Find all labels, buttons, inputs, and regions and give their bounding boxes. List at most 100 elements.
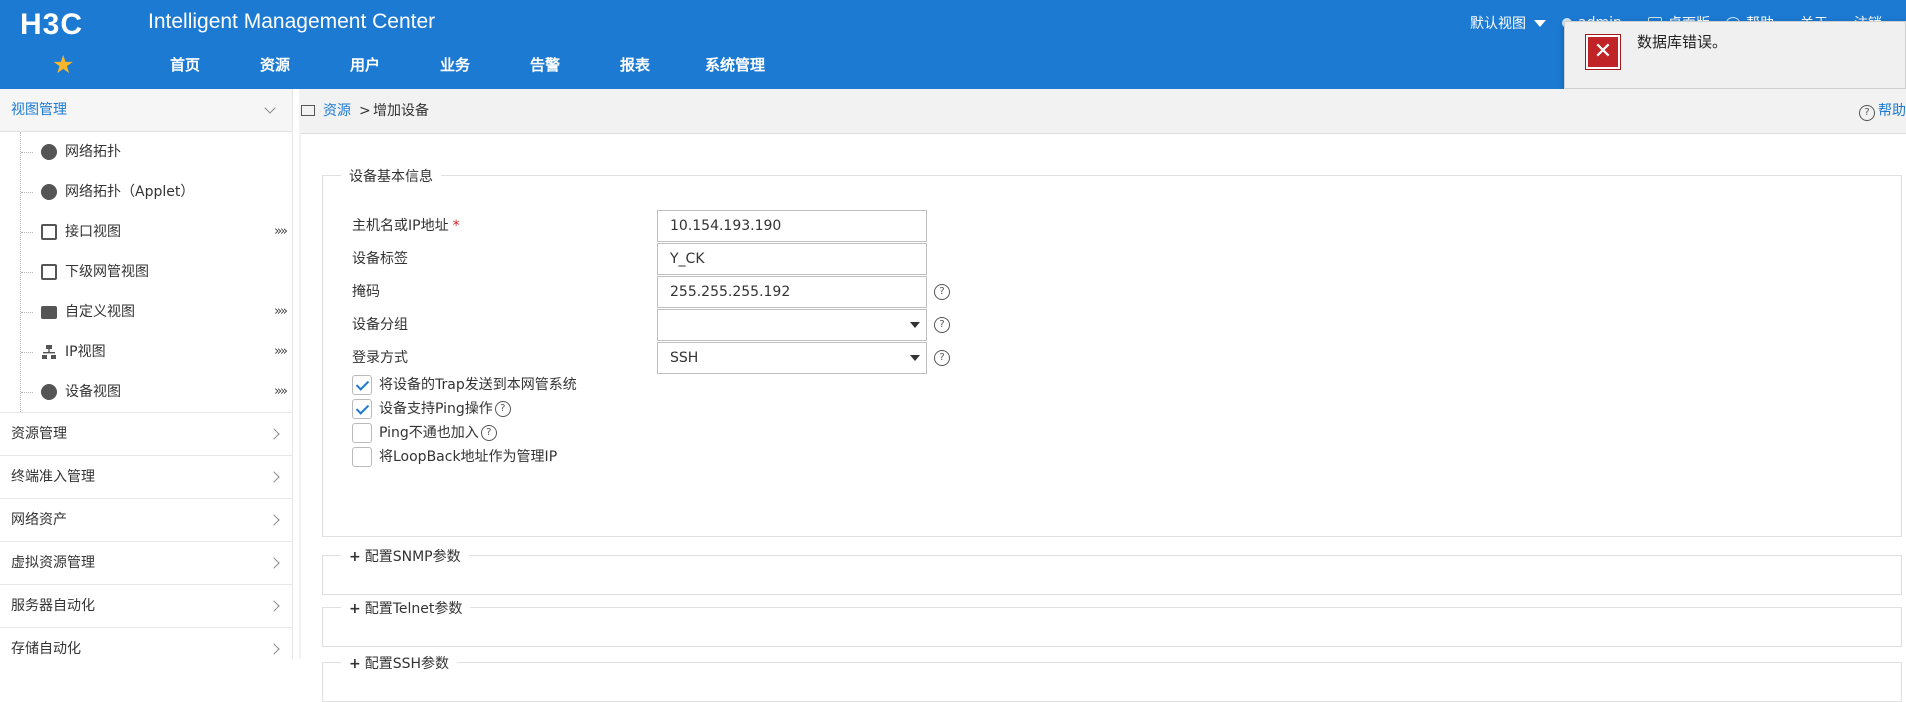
breadcrumb-current: 增加设备: [373, 103, 429, 119]
favorites-star-icon[interactable]: ★: [52, 50, 74, 80]
sidebar-section-title: 视图管理: [11, 102, 67, 118]
login-method-label: 登录方式: [352, 350, 408, 366]
expand-more-icon[interactable]: »»: [274, 292, 288, 332]
ping-support-checkbox-label: 设备支持Ping操作?: [379, 397, 511, 421]
chevron-down-icon: [264, 102, 276, 114]
page-help-link[interactable]: ? 帮助: [1859, 89, 1906, 133]
expand-more-icon[interactable]: »»: [274, 332, 288, 372]
error-icon: ✕: [1585, 34, 1621, 70]
page-help-label: 帮助: [1878, 103, 1906, 119]
nav-user[interactable]: 用户: [320, 54, 410, 75]
tree-icon: [42, 345, 56, 359]
sidebar-group-label: 存储自动化: [11, 641, 81, 657]
device-tag-label: 设备标签: [352, 251, 408, 267]
host-ip-input[interactable]: [658, 211, 926, 241]
nav-home[interactable]: 首页: [140, 54, 230, 75]
sidebar-group-label: 网络资产: [11, 512, 67, 528]
ping-fail-add-checkbox[interactable]: [352, 423, 372, 443]
device-group-select[interactable]: [657, 309, 927, 341]
host-input-box: [657, 210, 927, 242]
sidebar-item-custom-view[interactable]: 自定义视图 »»: [21, 292, 292, 332]
chevron-right-icon: [268, 600, 280, 612]
nav-resource[interactable]: 资源: [230, 54, 320, 75]
sidebar-subitems: 网络拓扑 网络拓扑（Applet） 接口视图 »» 下级网管视图 自定义视图 »…: [20, 132, 292, 412]
loopback-checkbox-label: 将LoopBack地址作为管理IP: [379, 449, 558, 465]
nav-system[interactable]: 系统管理: [680, 54, 790, 75]
loopback-checkbox[interactable]: [352, 447, 372, 467]
ping-fail-checkbox-row: Ping不通也加入?: [352, 421, 952, 445]
error-notification: ✕ 数据库错误。: [1564, 21, 1906, 89]
sidebar-item-label: IP视图: [65, 344, 106, 360]
ping-help-icon[interactable]: ?: [494, 401, 511, 417]
sidebar-group-label: 资源管理: [11, 426, 67, 442]
sidebar: 视图管理 网络拓扑 网络拓扑（Applet） 接口视图 »» 下级网管视图 自定…: [0, 89, 293, 659]
sidebar-item-network-topology[interactable]: 网络拓扑: [21, 132, 292, 172]
monitor-icon: [301, 105, 315, 116]
sidebar-group-label: 终端准入管理: [11, 469, 95, 485]
login-method-select[interactable]: SSH: [657, 342, 927, 374]
basic-info-title: 设备基本信息: [341, 166, 441, 186]
telnet-section: + 配置Telnet参数: [322, 598, 1902, 647]
login-help-icon[interactable]: ?: [934, 350, 950, 366]
network-icon: [41, 264, 57, 280]
nav-report[interactable]: 报表: [590, 54, 680, 75]
chevron-down-icon: [1534, 19, 1546, 27]
mask-input-box: [657, 276, 927, 308]
sidebar-item-device-view[interactable]: 设备视图 »»: [21, 372, 292, 412]
sidebar-section-view-management[interactable]: 视图管理: [0, 89, 292, 132]
group-row: 设备分组 ?: [352, 309, 1152, 341]
main-nav: 首页 资源 用户 业务 告警 报表 系统管理: [140, 54, 790, 75]
basic-info-section: 设备基本信息 主机名或IP地址* 设备标签 掩码 ?: [322, 166, 1902, 537]
group-help-icon[interactable]: ?: [934, 317, 950, 333]
ping-fail-add-checkbox-label: Ping不通也加入?: [379, 421, 497, 445]
ping-support-checkbox[interactable]: [352, 399, 372, 419]
folder-icon: [41, 306, 57, 319]
interface-icon: [41, 224, 57, 240]
nav-alarm[interactable]: 告警: [500, 54, 590, 75]
sidebar-item-sub-nms-view[interactable]: 下级网管视图: [21, 252, 292, 292]
sidebar-item-ip-view[interactable]: IP视图 »»: [21, 332, 292, 372]
sidebar-group-resource-management[interactable]: 资源管理: [0, 412, 292, 455]
sidebar-item-label: 网络拓扑（Applet）: [65, 184, 195, 200]
question-icon: ?: [1859, 105, 1875, 121]
sidebar-group-network-assets[interactable]: 网络资产: [0, 498, 292, 541]
dropdown-arrow-icon: [910, 322, 920, 328]
sidebar-group-label: 服务器自动化: [11, 598, 95, 614]
sidebar-item-label: 设备视图: [65, 384, 121, 400]
sidebar-item-label: 下级网管视图: [65, 264, 149, 280]
breadcrumb-separator: >: [359, 103, 371, 119]
host-label: 主机名或IP地址 *: [352, 218, 460, 234]
error-message: 数据库错误。: [1637, 33, 1728, 51]
sidebar-group-storage-automation[interactable]: 存储自动化: [0, 627, 292, 670]
sidebar-item-interface-view[interactable]: 接口视图 »»: [21, 212, 292, 252]
sidebar-group-server-automation[interactable]: 服务器自动化: [0, 584, 292, 627]
expand-more-icon[interactable]: »»: [274, 212, 288, 252]
trap-checkbox[interactable]: [352, 375, 372, 395]
device-tag-input[interactable]: [658, 244, 926, 274]
host-row: 主机名或IP地址 *: [352, 210, 1152, 242]
sidebar-item-network-topology-applet[interactable]: 网络拓扑（Applet）: [21, 172, 292, 212]
loopback-checkbox-row: 将LoopBack地址作为管理IP: [352, 445, 952, 469]
sidebar-group-label: 虚拟资源管理: [11, 555, 95, 571]
telnet-section-toggle[interactable]: + 配置Telnet参数: [341, 598, 471, 618]
mask-label: 掩码: [352, 284, 380, 300]
chevron-right-icon: [268, 428, 280, 440]
mask-input[interactable]: [658, 277, 926, 307]
view-selector-label: 默认视图: [1470, 16, 1526, 32]
sidebar-item-label: 接口视图: [65, 224, 121, 240]
ping-checkbox-row: 设备支持Ping操作?: [352, 397, 952, 421]
nav-service[interactable]: 业务: [410, 54, 500, 75]
plus-icon: +: [349, 601, 361, 617]
snmp-section-toggle[interactable]: + 配置SNMP参数: [341, 546, 469, 566]
ssh-section-toggle[interactable]: + 配置SSH参数: [341, 653, 458, 673]
trap-checkbox-label: 将设备的Trap发送到本网管系统: [379, 377, 577, 393]
view-selector[interactable]: 默认视图: [1470, 13, 1546, 33]
sidebar-group-endpoint-admission[interactable]: 终端准入管理: [0, 455, 292, 498]
h3c-logo[interactable]: H3C: [20, 8, 83, 42]
sidebar-group-virtual-resources[interactable]: 虚拟资源管理: [0, 541, 292, 584]
mask-help-icon[interactable]: ?: [934, 284, 950, 300]
add-device-form: 设备基本信息 主机名或IP地址* 设备标签 掩码 ?: [301, 133, 1906, 702]
ping-fail-help-icon[interactable]: ?: [480, 425, 497, 441]
expand-more-icon[interactable]: »»: [274, 372, 288, 412]
breadcrumb-resource-link[interactable]: 资源: [323, 89, 351, 133]
